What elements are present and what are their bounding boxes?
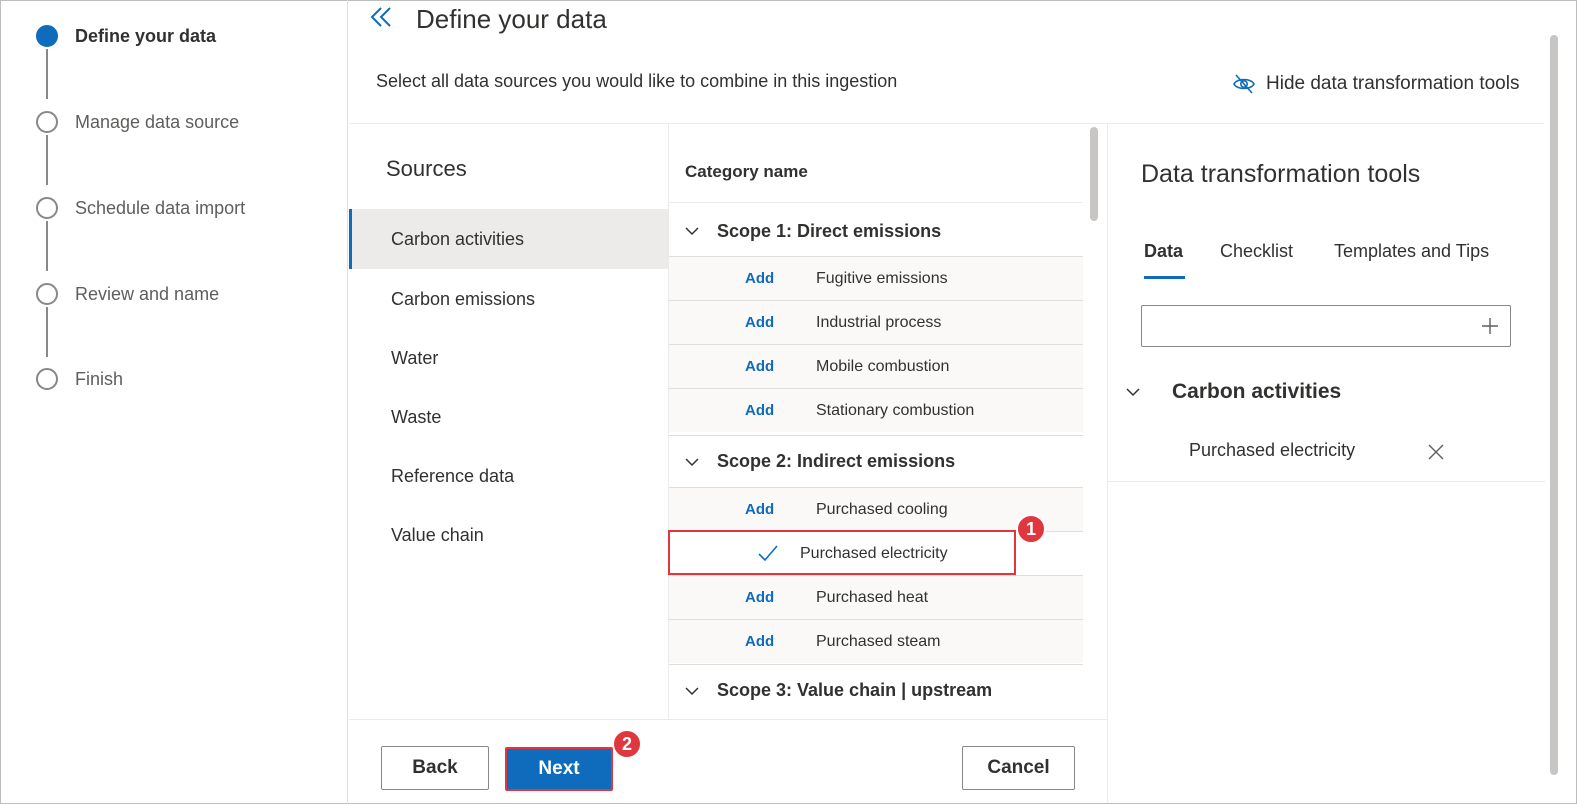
page-title: Define your data <box>416 4 607 34</box>
source-item-water[interactable]: Water <box>349 328 668 388</box>
callout-badge-1: 1 <box>1016 514 1046 544</box>
page-subtitle: Select all data sources you would like t… <box>376 71 898 91</box>
source-item-label: Water <box>391 347 439 368</box>
wizard-stepper: Define your data Manage data source Sche… <box>0 0 348 804</box>
cancel-button[interactable]: Cancel <box>962 746 1075 790</box>
step-dot-icon <box>36 368 58 390</box>
tools-group-label: Carbon activities <box>1172 380 1342 403</box>
next-button[interactable]: Next <box>505 747 613 791</box>
collapse-stepper-icon[interactable] <box>368 4 396 32</box>
source-item-label: Waste <box>391 406 442 427</box>
scope-label: Scope 3: Value chain | upstream <box>717 680 993 700</box>
source-item-reference-data[interactable]: Reference data <box>349 446 668 506</box>
source-item-carbon-activities[interactable]: Carbon activities <box>349 209 668 269</box>
categories-scrollbar[interactable] <box>1090 127 1098 221</box>
tab-checklist[interactable]: Checklist <box>1220 241 1293 262</box>
step-connector <box>46 49 48 99</box>
category-name: Fugitive emissions <box>816 269 948 287</box>
step-manage-data-source[interactable]: Manage data source <box>36 111 239 133</box>
step-label: Define your data <box>75 25 217 46</box>
close-icon[interactable] <box>1426 442 1446 462</box>
step-connector <box>46 307 48 357</box>
step-finish[interactable]: Finish <box>36 368 123 390</box>
source-item-label: Value chain <box>391 524 484 545</box>
footer-divider <box>349 719 1107 720</box>
scope-1-group[interactable]: Scope 1: Direct emissions <box>669 205 1083 257</box>
step-connector <box>46 221 48 271</box>
active-tab-indicator <box>1144 276 1185 279</box>
step-connector <box>46 135 48 185</box>
callout-highlight-box <box>668 530 1016 575</box>
step-dot-icon <box>36 111 58 133</box>
category-name: Industrial process <box>816 313 942 331</box>
source-item-value-chain[interactable]: Value chain <box>349 505 668 565</box>
hide-transformation-tools-button[interactable]: Hide data transformation tools <box>1232 72 1519 96</box>
tools-selected-item: Purchased electricity <box>1108 434 1545 482</box>
hide-tools-label: Hide data transformation tools <box>1266 73 1520 94</box>
category-row: Add Stationary combustion <box>669 388 1083 432</box>
divider <box>669 202 1083 203</box>
tab-templates-and-tips[interactable]: Templates and Tips <box>1334 241 1489 262</box>
category-row: Add Purchased heat <box>669 575 1083 619</box>
chevron-down-icon <box>685 686 699 695</box>
step-label: Manage data source <box>75 111 240 132</box>
callout-badge-2: 2 <box>612 729 642 759</box>
eye-off-icon <box>1233 74 1255 94</box>
scope-3-group[interactable]: Scope 3: Value chain | upstream <box>669 664 1083 716</box>
add-button[interactable]: Add <box>745 402 774 419</box>
category-name: Purchased steam <box>816 632 941 650</box>
step-label: Finish <box>75 368 124 389</box>
step-dot-active-icon <box>36 25 58 47</box>
category-name: Mobile combustion <box>816 357 950 375</box>
source-item-label: Carbon activities <box>391 228 525 249</box>
add-button[interactable]: Add <box>745 633 774 650</box>
category-row: Add Mobile combustion <box>669 344 1083 388</box>
tools-title: Data transformation tools <box>1141 160 1421 188</box>
category-name-header: Category name <box>685 162 808 181</box>
back-button[interactable]: Back <box>381 746 489 790</box>
chevron-down-icon <box>685 227 699 236</box>
step-dot-icon <box>36 197 58 219</box>
source-item-waste[interactable]: Waste <box>349 387 668 447</box>
step-review-and-name[interactable]: Review and name <box>36 283 219 305</box>
tools-group-carbon-activities[interactable]: Carbon activities <box>1108 372 1545 412</box>
tab-data[interactable]: Data <box>1144 241 1183 262</box>
step-schedule-data-import[interactable]: Schedule data import <box>36 197 245 219</box>
step-label: Schedule data import <box>75 197 246 218</box>
add-button[interactable]: Add <box>745 589 774 606</box>
tools-item-label: Purchased electricity <box>1189 440 1356 460</box>
source-item-label: Carbon emissions <box>391 288 536 309</box>
category-row: Add Purchased steam <box>669 619 1083 663</box>
add-button[interactable]: Add <box>745 270 774 287</box>
chevron-down-icon <box>685 457 699 466</box>
add-button[interactable]: Add <box>745 314 774 331</box>
tools-input-field[interactable] <box>1141 305 1511 347</box>
step-define-your-data[interactable]: Define your data <box>36 25 216 47</box>
add-button[interactable]: Add <box>745 501 774 518</box>
category-name: Purchased heat <box>816 588 929 606</box>
chevron-down-icon <box>1126 388 1140 397</box>
scope-label: Scope 1: Direct emissions <box>717 220 942 241</box>
scope-label: Scope 2: Indirect emissions <box>717 451 956 471</box>
source-item-carbon-emissions[interactable]: Carbon emissions <box>349 269 668 329</box>
step-label: Review and name <box>75 283 220 304</box>
page-scrollbar[interactable] <box>1550 35 1558 775</box>
scope-2-group[interactable]: Scope 2: Indirect emissions <box>669 435 1083 487</box>
add-button[interactable]: Add <box>745 358 774 375</box>
category-name: Purchased cooling <box>816 500 948 518</box>
data-transformation-tools-panel: Data transformation tools Data Checklist… <box>1107 123 1545 803</box>
step-dot-icon <box>36 283 58 305</box>
source-item-label: Reference data <box>391 465 515 486</box>
categories-panel: Category name Scope 1: Direct emissions … <box>669 123 1107 719</box>
category-row: Add Fugitive emissions <box>669 256 1083 300</box>
plus-icon[interactable] <box>1480 316 1500 336</box>
category-row: Add Industrial process <box>669 300 1083 344</box>
sources-title: Sources <box>386 156 467 181</box>
category-name: Stationary combustion <box>816 401 975 419</box>
sources-panel: Sources Carbon activities Carbon emissio… <box>349 123 669 719</box>
